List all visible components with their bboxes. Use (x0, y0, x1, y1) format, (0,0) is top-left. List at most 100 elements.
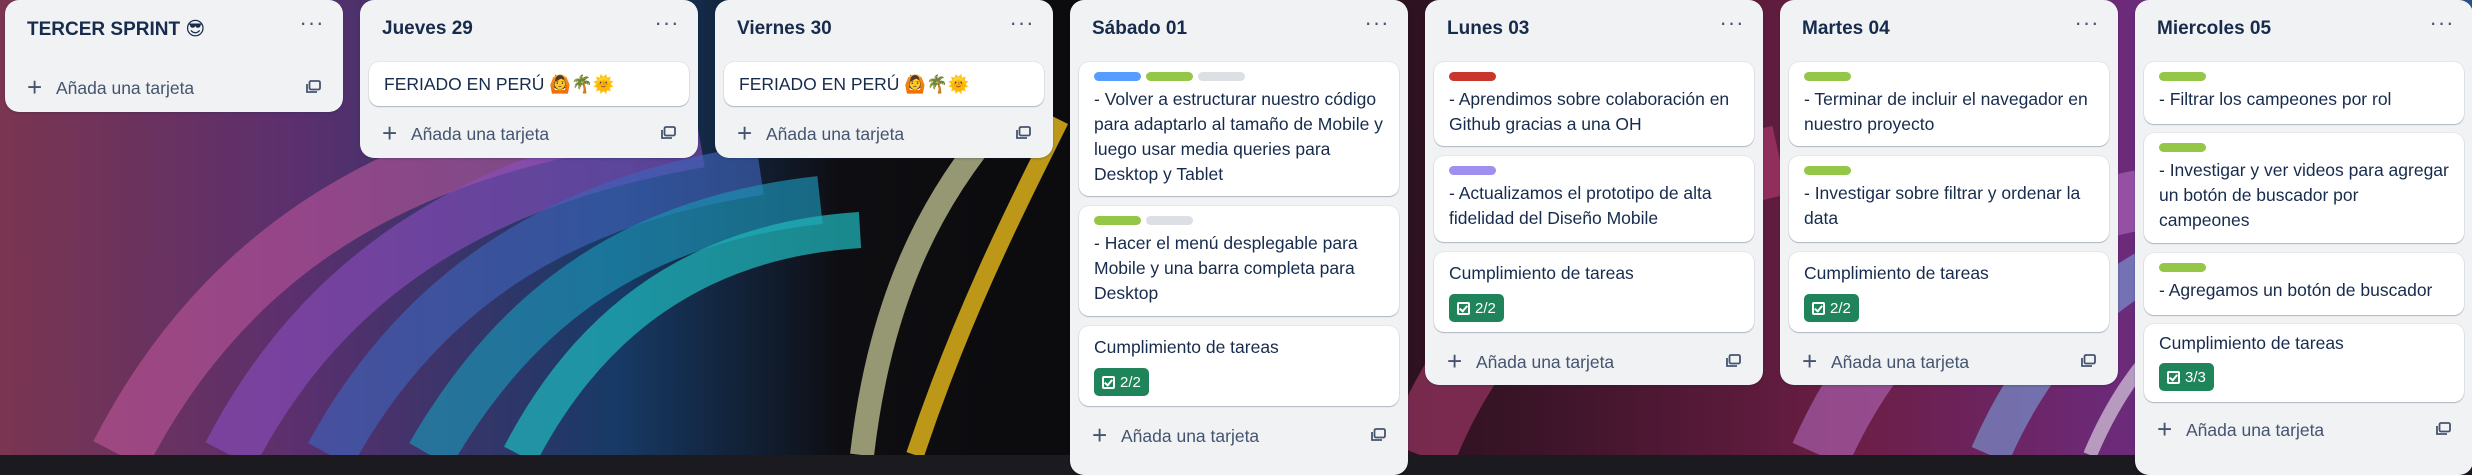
list-title[interactable]: Lunes 03 (1447, 18, 1529, 40)
card[interactable]: Cumplimiento de tareas 3/3 (2144, 324, 2464, 402)
list-menu-button[interactable]: ··· (2425, 10, 2459, 46)
card-text: Cumplimiento de tareas (2159, 333, 2344, 353)
list-header: TERCER SPRINT 😎 ··· (5, 0, 343, 60)
more-icon: ··· (654, 10, 680, 35)
template-icon[interactable] (2436, 422, 2451, 436)
list-jueves-29: Jueves 29 ··· FERIADO EN PERÚ 🙆🌴🌞 + Añad… (360, 0, 698, 158)
card-labels (2159, 143, 2206, 152)
label-red[interactable] (1449, 72, 1496, 81)
card-text: - Terminar de incluir el navegador en nu… (1804, 89, 2088, 134)
list-martes-04: Martes 04 ··· - Terminar de incluir el n… (1780, 0, 2118, 385)
template-icon[interactable] (1726, 354, 1741, 368)
checklist-icon (1812, 301, 1825, 315)
label-green[interactable] (1094, 216, 1141, 225)
add-card-button[interactable]: + Añada una tarjeta (1789, 342, 2109, 382)
checklist-badge: 2/2 (1804, 294, 1859, 322)
label-purple[interactable] (1449, 166, 1496, 175)
add-card-button[interactable]: + Añada una tarjeta (1079, 416, 1399, 456)
more-icon: ··· (2074, 10, 2100, 35)
card[interactable]: - Filtrar los campeones por rol (2144, 62, 2464, 124)
checklist-count: 2/2 (1475, 299, 1496, 317)
card-labels (1094, 72, 1245, 81)
add-card-label: Añada una tarjeta (2186, 420, 2325, 440)
list-header: Martes 04 ··· (1780, 0, 2118, 60)
add-card-button[interactable]: + Añada una tarjeta (369, 114, 689, 154)
card[interactable]: Cumplimiento de tareas 2/2 (1079, 326, 1399, 406)
card-labels (2159, 72, 2206, 81)
checklist-icon (1457, 301, 1470, 315)
card-labels (1449, 72, 1496, 81)
list-title[interactable]: Sábado 01 (1092, 18, 1187, 40)
card[interactable]: - Hacer el menú desplegable para Mobile … (1079, 206, 1399, 316)
label-green[interactable] (2159, 143, 2206, 152)
template-icon[interactable] (1016, 126, 1031, 140)
add-card-button[interactable]: + Añada una tarjeta (14, 68, 334, 108)
card-labels (1804, 72, 1851, 81)
label-green[interactable] (1146, 72, 1193, 81)
add-card-button[interactable]: + Añada una tarjeta (724, 114, 1044, 154)
card[interactable]: Cumplimiento de tareas 2/2 (1434, 252, 1754, 332)
more-icon: ··· (2429, 10, 2455, 35)
checklist-badge: 2/2 (1449, 294, 1504, 322)
card[interactable]: - Actualizamos el prototipo de alta fide… (1434, 156, 1754, 242)
add-card-label: Añada una tarjeta (1121, 426, 1260, 446)
list-lunes-03: Lunes 03 ··· - Aprendimos sobre colabora… (1425, 0, 1763, 385)
label-gray[interactable] (1198, 72, 1245, 81)
card[interactable]: - Investigar sobre filtrar y ordenar la … (1789, 156, 2109, 242)
list-title[interactable]: Martes 04 (1802, 18, 1890, 40)
list-title[interactable]: Viernes 30 (737, 18, 832, 40)
template-icon[interactable] (661, 126, 676, 140)
checklist-count: 2/2 (1830, 299, 1851, 317)
card-text: - Aprendimos sobre colaboración en Githu… (1449, 89, 1730, 134)
checklist-count: 2/2 (1120, 373, 1141, 391)
card[interactable]: FERIADO EN PERÚ 🙆🌴🌞 (724, 62, 1044, 106)
card[interactable]: FERIADO EN PERÚ 🙆🌴🌞 (369, 62, 689, 106)
card[interactable]: - Aprendimos sobre colaboración en Githu… (1434, 62, 1754, 146)
card-text: Cumplimiento de tareas (1094, 337, 1279, 357)
list-menu-button[interactable]: ··· (1715, 10, 1749, 46)
card-text: - Hacer el menú desplegable para Mobile … (1094, 233, 1358, 303)
card-text: FERIADO EN PERÚ 🙆🌴🌞 (739, 74, 970, 94)
plus-icon: + (1092, 420, 1108, 450)
list-title[interactable]: Miercoles 05 (2157, 18, 2271, 40)
card-text: - Investigar sobre filtrar y ordenar la … (1804, 183, 2081, 228)
template-icon[interactable] (2081, 354, 2096, 368)
list-menu-button[interactable]: ··· (1360, 10, 1394, 46)
more-icon: ··· (1009, 10, 1035, 35)
template-icon[interactable] (1371, 428, 1386, 442)
add-card-button[interactable]: + Añada una tarjeta (1434, 342, 1754, 382)
checklist-badge: 2/2 (1094, 368, 1149, 396)
list-menu-button[interactable]: ··· (295, 10, 329, 46)
more-icon: ··· (1364, 10, 1390, 35)
list-header: Lunes 03 ··· (1425, 0, 1763, 60)
card-labels (2159, 263, 2206, 272)
plus-icon: + (2157, 414, 2173, 444)
label-green[interactable] (2159, 72, 2206, 81)
checklist-count: 3/3 (2185, 368, 2206, 386)
label-green[interactable] (1804, 72, 1851, 81)
checklist-badge: 3/3 (2159, 363, 2214, 391)
label-blue[interactable] (1094, 72, 1141, 81)
card[interactable]: - Agregamos un botón de buscador (2144, 253, 2464, 315)
card[interactable]: - Investigar y ver videos para agregar u… (2144, 133, 2464, 243)
label-gray[interactable] (1146, 216, 1193, 225)
list-menu-button[interactable]: ··· (1005, 10, 1039, 46)
card[interactable]: - Volver a estructurar nuestro código pa… (1079, 62, 1399, 196)
card-labels (1449, 166, 1496, 175)
list-title[interactable]: TERCER SPRINT 😎 (27, 18, 205, 41)
list-header: Sábado 01 ··· (1070, 0, 1408, 60)
plus-icon: + (737, 118, 753, 148)
add-card-button[interactable]: + Añada una tarjeta (2144, 410, 2464, 450)
list-title[interactable]: Jueves 29 (382, 18, 473, 40)
card[interactable]: - Terminar de incluir el navegador en nu… (1789, 62, 2109, 146)
card-text: - Volver a estructurar nuestro código pa… (1094, 89, 1383, 184)
list-miercoles-05: Miercoles 05 ··· - Filtrar los campeones… (2135, 0, 2472, 475)
card[interactable]: Cumplimiento de tareas 2/2 (1789, 252, 2109, 332)
list-sabado-01: Sábado 01 ··· - Volver a estructurar nue… (1070, 0, 1408, 475)
list-menu-button[interactable]: ··· (2070, 10, 2104, 46)
list-viernes-30: Viernes 30 ··· FERIADO EN PERÚ 🙆🌴🌞 + Aña… (715, 0, 1053, 158)
label-green[interactable] (1804, 166, 1851, 175)
list-menu-button[interactable]: ··· (650, 10, 684, 46)
template-icon[interactable] (306, 80, 321, 94)
label-green[interactable] (2159, 263, 2206, 272)
